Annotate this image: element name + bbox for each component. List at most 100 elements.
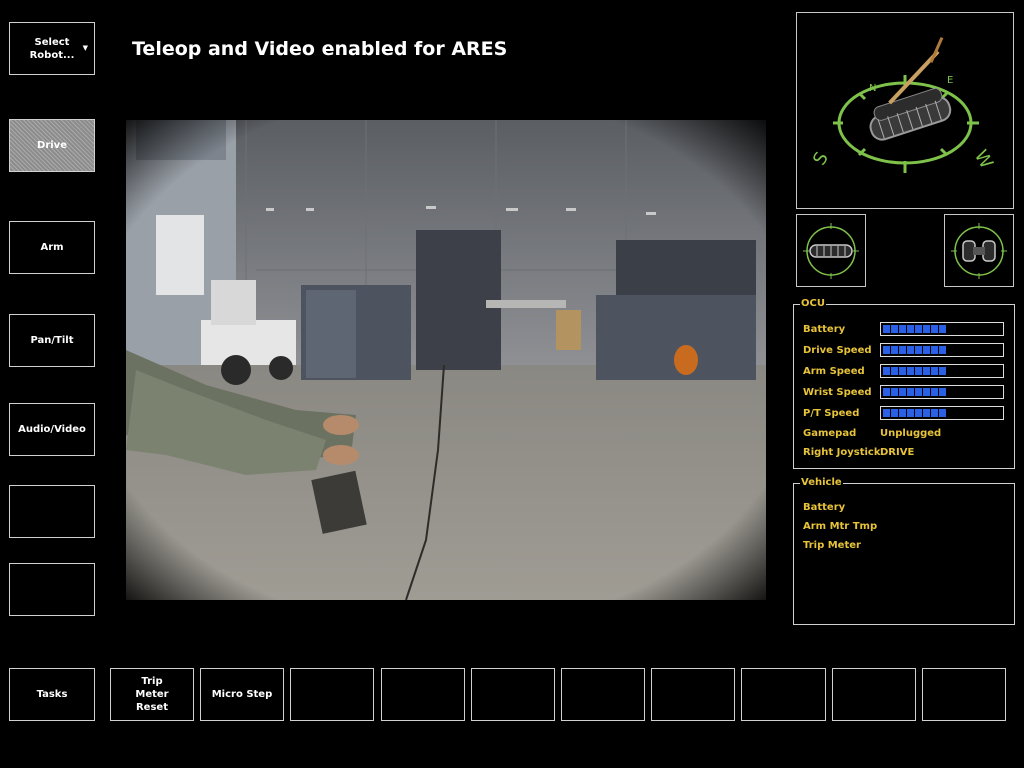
level-segment xyxy=(931,325,938,333)
drive-mode-button[interactable]: Drive xyxy=(9,119,95,172)
track-side-view-icon xyxy=(951,223,1007,279)
arm-mode-label: Arm xyxy=(40,242,64,253)
ocu-panel: OCU Battery Drive Speed Arm Speed Wrist … xyxy=(793,298,1015,469)
track-front-view xyxy=(796,214,866,287)
pt-speed-bar[interactable] xyxy=(880,406,1004,420)
track-side-view xyxy=(944,214,1014,287)
blank-bottom-button-1[interactable] xyxy=(290,668,374,721)
level-segment xyxy=(923,388,930,396)
blank-bottom-button-2[interactable] xyxy=(381,668,465,721)
blank-bottom-button-7[interactable] xyxy=(832,668,916,721)
level-segment xyxy=(883,388,890,396)
wrist-speed-bar[interactable] xyxy=(880,385,1004,399)
drive-speed-label: Drive Speed xyxy=(803,345,872,356)
vehicle-battery-label: Battery xyxy=(803,502,846,513)
gamepad-value: Unplugged xyxy=(880,428,942,439)
level-segment xyxy=(907,409,914,417)
tasks-label: Tasks xyxy=(36,689,68,700)
trip-meter-reset-label: Trip Meter Reset xyxy=(135,676,169,713)
tasks-button[interactable]: Tasks xyxy=(9,668,95,721)
level-segment xyxy=(931,388,938,396)
micro-step-label: Micro Step xyxy=(211,689,273,700)
right-joystick-value: DRIVE xyxy=(880,447,915,458)
level-segment xyxy=(915,346,922,354)
level-segment xyxy=(915,367,922,375)
level-segment xyxy=(939,388,946,396)
status-title: Teleop and Video enabled for ARES xyxy=(132,38,508,60)
drive-mode-label: Drive xyxy=(37,140,67,151)
level-segment xyxy=(907,325,914,333)
level-segment xyxy=(915,409,922,417)
ocu-battery-bar xyxy=(880,322,1004,336)
blank-bottom-button-5[interactable] xyxy=(651,668,735,721)
pan-tilt-mode-label: Pan/Tilt xyxy=(30,335,74,346)
level-segment xyxy=(939,325,946,333)
level-segment xyxy=(915,325,922,333)
level-segment xyxy=(923,325,930,333)
arm-mtr-tmp-label: Arm Mtr Tmp xyxy=(803,521,878,532)
robot-orientation-view: N E S W xyxy=(796,12,1014,209)
level-segment xyxy=(931,409,938,417)
level-segment xyxy=(899,325,906,333)
trip-meter-reset-button[interactable]: Trip Meter Reset xyxy=(110,668,194,721)
level-segment xyxy=(915,388,922,396)
level-segment xyxy=(891,367,898,375)
chevron-down-icon: ▼ xyxy=(82,44,88,52)
blank-bottom-button-3[interactable] xyxy=(471,668,555,721)
svg-text:W: W xyxy=(970,146,997,172)
select-robot-dropdown[interactable]: Select Robot... ▼ xyxy=(9,22,95,75)
level-segment xyxy=(907,388,914,396)
level-segment xyxy=(883,367,890,375)
blank-left-button-2[interactable] xyxy=(9,563,95,616)
gamepad-label: Gamepad xyxy=(803,428,857,439)
blank-bottom-button-6[interactable] xyxy=(741,668,826,721)
blank-bottom-button-8[interactable] xyxy=(922,668,1006,721)
audio-video-button[interactable]: Audio/Video xyxy=(9,403,95,456)
level-segment xyxy=(891,388,898,396)
video-feed[interactable] xyxy=(126,120,766,600)
camera-image xyxy=(126,120,766,600)
level-segment xyxy=(939,409,946,417)
blank-bottom-button-4[interactable] xyxy=(561,668,645,721)
wrist-speed-label: Wrist Speed xyxy=(803,387,872,398)
level-segment xyxy=(939,346,946,354)
level-segment xyxy=(891,346,898,354)
level-segment xyxy=(883,325,890,333)
right-joystick-label: Right Joystick xyxy=(803,447,881,458)
robot-3d-compass-icon: N E S W xyxy=(809,37,997,173)
svg-text:N: N xyxy=(869,83,876,94)
drive-speed-bar[interactable] xyxy=(880,343,1004,357)
select-robot-label: Select Robot... xyxy=(29,36,75,61)
micro-step-button[interactable]: Micro Step xyxy=(200,668,284,721)
level-segment xyxy=(931,367,938,375)
level-segment xyxy=(923,409,930,417)
ocu-battery-label: Battery xyxy=(803,324,846,335)
level-segment xyxy=(883,409,890,417)
pan-tilt-mode-button[interactable]: Pan/Tilt xyxy=(9,314,95,367)
arm-mode-button[interactable]: Arm xyxy=(9,221,95,274)
level-segment xyxy=(907,346,914,354)
level-segment xyxy=(923,346,930,354)
level-segment xyxy=(899,367,906,375)
blank-left-button-1[interactable] xyxy=(9,485,95,538)
level-segment xyxy=(899,346,906,354)
level-segment xyxy=(907,367,914,375)
audio-video-label: Audio/Video xyxy=(18,424,86,435)
level-segment xyxy=(891,325,898,333)
svg-text:E: E xyxy=(947,75,953,86)
arm-speed-label: Arm Speed xyxy=(803,366,865,377)
vehicle-panel: Vehicle Battery Arm Mtr Tmp Trip Meter xyxy=(793,477,1015,625)
pt-speed-label: P/T Speed xyxy=(803,408,860,419)
level-segment xyxy=(931,346,938,354)
track-front-view-icon xyxy=(803,223,859,279)
level-segment xyxy=(923,367,930,375)
trip-meter-label: Trip Meter xyxy=(803,540,861,551)
level-segment xyxy=(939,367,946,375)
svg-text:S: S xyxy=(809,149,833,169)
ocu-panel-title: OCU xyxy=(800,298,826,309)
level-segment xyxy=(883,346,890,354)
level-segment xyxy=(899,409,906,417)
level-segment xyxy=(891,409,898,417)
level-segment xyxy=(899,388,906,396)
arm-speed-bar[interactable] xyxy=(880,364,1004,378)
